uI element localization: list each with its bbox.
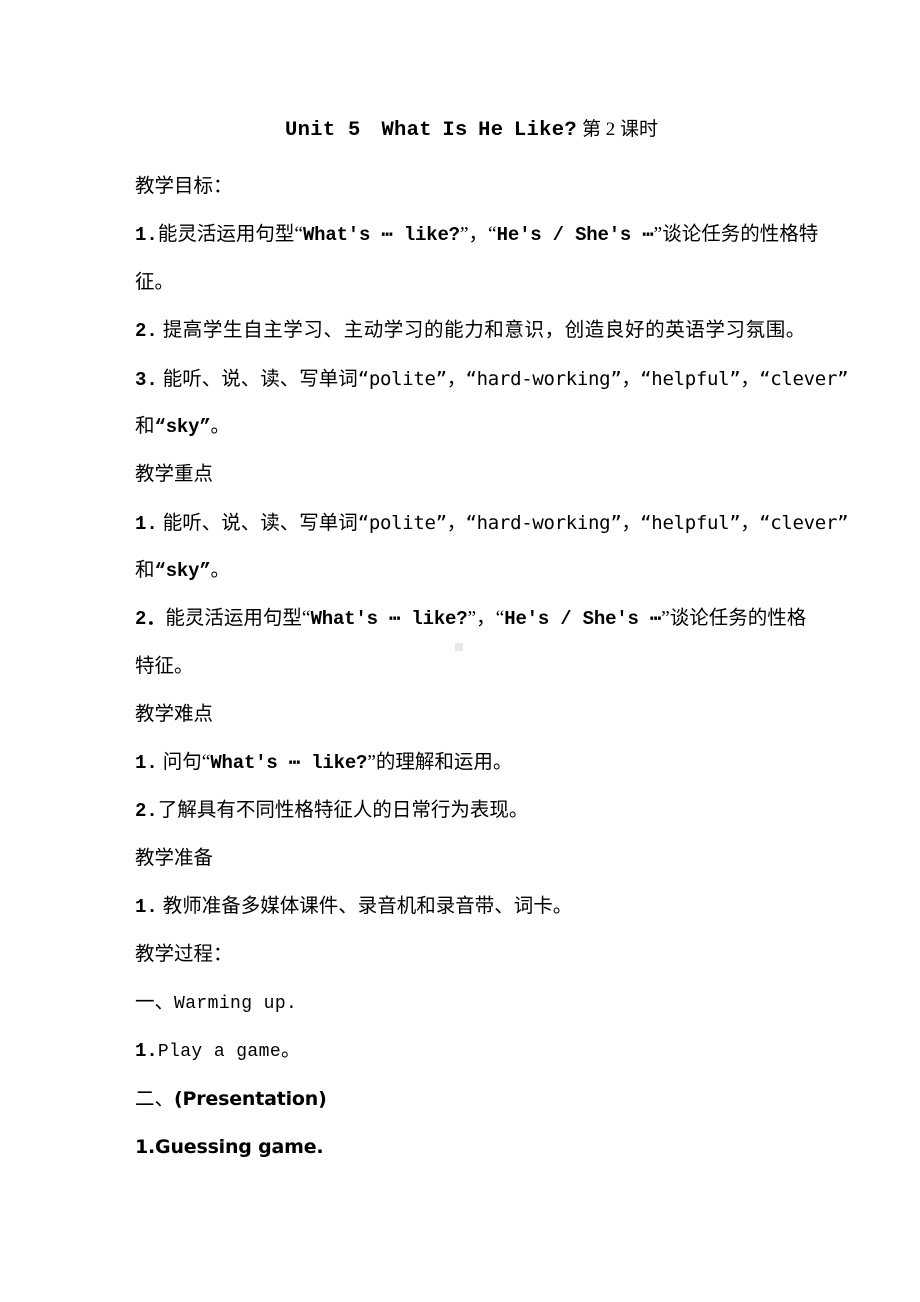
process-step-2-item-1: 1.Guessing game. <box>135 1123 790 1171</box>
objective-item-3: 3. 能听、说、读、写单词“polite”，“hard-working”，“he… <box>135 355 849 403</box>
step-2-item-label: Guessing game. <box>155 1136 324 1158</box>
keypoint-2-separator: ”，“ <box>467 608 505 629</box>
objective-1-quote-open: “ <box>294 224 303 245</box>
keypoint-2-lead: 能灵活运用句型 <box>165 608 302 629</box>
difficulty-item-2: 2.了解具有不同性格特征人的日常行为表现。 <box>135 787 790 835</box>
step-2-marker: 二、 <box>135 1089 175 1110</box>
objective-item-1: 1.能灵活运用句型“What's ⋯ like?”，“He's / She's … <box>135 211 818 259</box>
keypoint-item-1: 1. 能听、说、读、写单词“polite”，“hard-working”，“he… <box>135 499 849 547</box>
keypoint-2-wrap-text: 特征。 <box>135 656 194 677</box>
keypoint-2-phrase-1: What's ⋯ like? <box>310 608 468 630</box>
difficulties-heading: 教学难点 <box>135 691 790 739</box>
keypoint-1-number: 1. <box>135 513 158 535</box>
process-step-1: 一、Warming up. <box>135 979 790 1027</box>
objective-1-number: 1. <box>135 224 158 246</box>
difficulty-1-tail: 的理解和运用。 <box>375 752 513 773</box>
objective-3-wrap-lead: 和 <box>135 416 155 437</box>
difficulty-1-number: 1. <box>135 752 158 774</box>
page-title: Unit 5 What Is He Like? 第 2 课时 <box>135 112 790 149</box>
process-step-1-item-1: 1.Play a game。 <box>135 1027 790 1075</box>
keypoint-item-2: 2．能灵活运用句型“What's ⋯ like?”，“He's / She's … <box>135 595 806 643</box>
difficulty-2-text: 了解具有不同性格特征人的日常行为表现。 <box>157 800 529 821</box>
step-2-item-number: 1. <box>135 1136 156 1158</box>
objective-2-number: 2. <box>135 320 158 342</box>
keypoint-1-lead: 能听、说、读、写单词 <box>162 513 358 534</box>
keypoint-1-wrap-end: 。 <box>210 560 231 581</box>
title-chinese: 第 2 课时 <box>581 119 658 140</box>
objective-1-separator: ”，“ <box>459 224 497 245</box>
difficulty-2-number: 2. <box>135 800 158 822</box>
document-page: Unit 5 What Is He Like? 第 2 课时 教学目标： 1.能灵… <box>0 0 920 1302</box>
keypoint-2-phrase-2: He's / She's ⋯ <box>504 608 662 630</box>
keypoint-2-number: 2． <box>135 608 166 630</box>
step-1-marker: 一、 <box>135 992 175 1013</box>
process-heading-text: 教学过程： <box>135 944 233 965</box>
difficulties-heading-text: 教学难点 <box>135 704 214 725</box>
step-2-label: (Presentation) <box>174 1088 327 1110</box>
objective-3-wrap-end: 。 <box>210 416 231 437</box>
objective-3-words: “polite”，“hard-working”，“helpful”，“cleve… <box>357 368 849 390</box>
keypoint-2-quote-open: “ <box>301 608 311 629</box>
keypoint-2-tail: 谈论任务的性格 <box>669 608 807 629</box>
process-heading: 教学过程： <box>135 931 790 979</box>
keypoints-heading: 教学重点 <box>135 451 790 499</box>
title-english: Unit 5 What Is He Like? <box>285 119 577 142</box>
preparation-1-number: 1. <box>135 896 158 918</box>
objective-1-wrap-text: 征。 <box>135 272 175 293</box>
objectives-heading: 教学目标： <box>135 163 790 211</box>
objective-1-phrase-1: What's ⋯ like? <box>302 224 460 246</box>
keypoint-item-1-continued: 和“sky”。 <box>135 547 790 595</box>
preparation-heading: 教学准备 <box>135 835 790 883</box>
objective-1-phrase-2: He's / She's ⋯ <box>496 224 654 246</box>
keypoint-2-quote-close: ” <box>661 608 670 629</box>
objective-item-3-continued: 和“sky”。 <box>135 403 790 451</box>
keypoint-item-2-continued: 特征。 <box>135 643 790 691</box>
step-1-item-label: Play a game <box>157 1042 282 1062</box>
difficulty-item-1: 1. 问句“What's ⋯ like?”的理解和运用。 <box>135 739 790 787</box>
keypoint-1-words: “polite”，“hard-working”，“helpful”，“cleve… <box>357 512 849 534</box>
step-1-label: Warming up. <box>174 994 298 1014</box>
objective-item-1-continued: 征。 <box>135 259 790 307</box>
preparation-heading-text: 教学准备 <box>135 848 214 869</box>
objective-3-lead: 能听、说、读、写单词 <box>162 369 358 390</box>
objective-2-text: 提高学生自主学习、主动学习的能力和意识，创造良好的英语学习氛围。 <box>162 320 806 341</box>
objectives-heading-text: 教学目标： <box>135 176 233 197</box>
objective-3-wrap-word: “sky” <box>154 416 211 438</box>
keypoint-1-wrap-word: “sky” <box>154 560 211 582</box>
keypoints-heading-text: 教学重点 <box>135 464 214 485</box>
step-1-item-number: 1. <box>135 1040 158 1062</box>
process-step-2: 二、(Presentation) <box>135 1075 790 1123</box>
objective-1-quote-close: ” <box>653 224 663 245</box>
document-body: Unit 5 What Is He Like? 第 2 课时 教学目标： 1.能灵… <box>135 112 849 1171</box>
objective-1-lead: 能灵活运用句型 <box>157 224 295 245</box>
step-1-item-end: 。 <box>281 1040 301 1061</box>
preparation-item-1: 1. 教师准备多媒体课件、录音机和录音带、词卡。 <box>135 883 790 931</box>
difficulty-1-lead: 问句 <box>162 752 202 773</box>
difficulty-1-phrase: What's ⋯ like? <box>210 752 368 774</box>
keypoint-1-wrap-lead: 和 <box>135 560 155 581</box>
objective-item-2: 2. 提高学生自主学习、主动学习的能力和意识，创造良好的英语学习氛围。 <box>135 307 805 355</box>
difficulty-1-quote-close: ” <box>367 752 376 773</box>
objective-1-tail: 谈论任务的性格特 <box>662 224 819 245</box>
preparation-1-text: 教师准备多媒体课件、录音机和录音带、词卡。 <box>162 896 573 917</box>
objective-3-number: 3. <box>135 369 158 391</box>
